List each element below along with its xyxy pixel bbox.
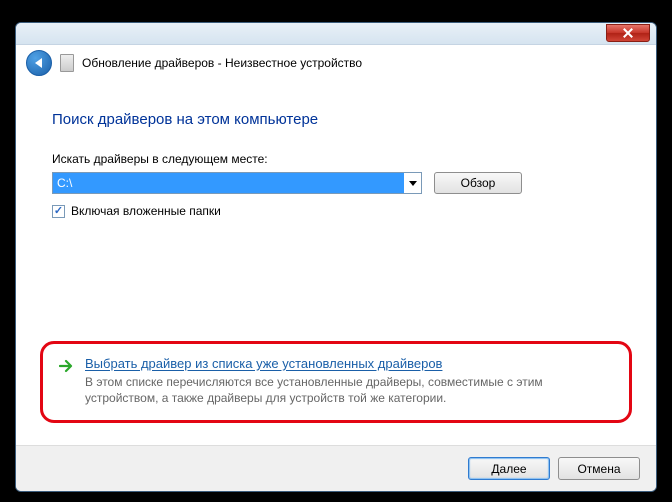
cancel-button[interactable]: Отмена [558, 457, 640, 480]
highlight-annotation: Выбрать драйвер из списка уже установлен… [40, 341, 632, 423]
back-button[interactable] [26, 50, 52, 76]
include-subfolders-label: Включая вложенные папки [71, 204, 221, 218]
titlebar [16, 23, 656, 45]
search-location-label: Искать драйверы в следующем месте: [52, 152, 620, 166]
footer: Далее Отмена [16, 445, 656, 491]
combo-dropdown-button[interactable] [404, 173, 421, 193]
pick-from-list-command[interactable]: Выбрать драйвер из списка уже установлен… [59, 356, 613, 406]
command-text: Выбрать драйвер из списка уже установлен… [85, 356, 613, 406]
include-subfolders-checkbox[interactable]: ✓ [52, 205, 65, 218]
path-combobox[interactable]: C:\ [52, 172, 422, 194]
dialog-window: Обновление драйверов - Неизвестное устро… [15, 22, 657, 492]
device-icon [60, 54, 74, 72]
back-arrow-icon [35, 58, 42, 68]
include-subfolders-row[interactable]: ✓ Включая вложенные папки [52, 204, 620, 218]
command-title: Выбрать драйвер из списка уже установлен… [85, 356, 613, 371]
close-button[interactable] [606, 24, 650, 42]
close-icon [623, 28, 633, 38]
content-area: Поиск драйверов на этом компьютере Искат… [16, 81, 656, 445]
chevron-down-icon [409, 181, 417, 186]
path-row: C:\ Обзор [52, 172, 620, 194]
next-button[interactable]: Далее [468, 457, 550, 480]
window-title: Обновление драйверов - Неизвестное устро… [82, 56, 362, 70]
header: Обновление драйверов - Неизвестное устро… [16, 45, 656, 81]
screenshot-frame: Обновление драйверов - Неизвестное устро… [0, 0, 672, 502]
command-description: В этом списке перечисляются все установл… [85, 374, 613, 406]
page-heading: Поиск драйверов на этом компьютере [52, 111, 620, 128]
arrow-right-icon [59, 359, 75, 373]
path-value: C:\ [53, 173, 404, 193]
browse-button[interactable]: Обзор [434, 172, 522, 194]
